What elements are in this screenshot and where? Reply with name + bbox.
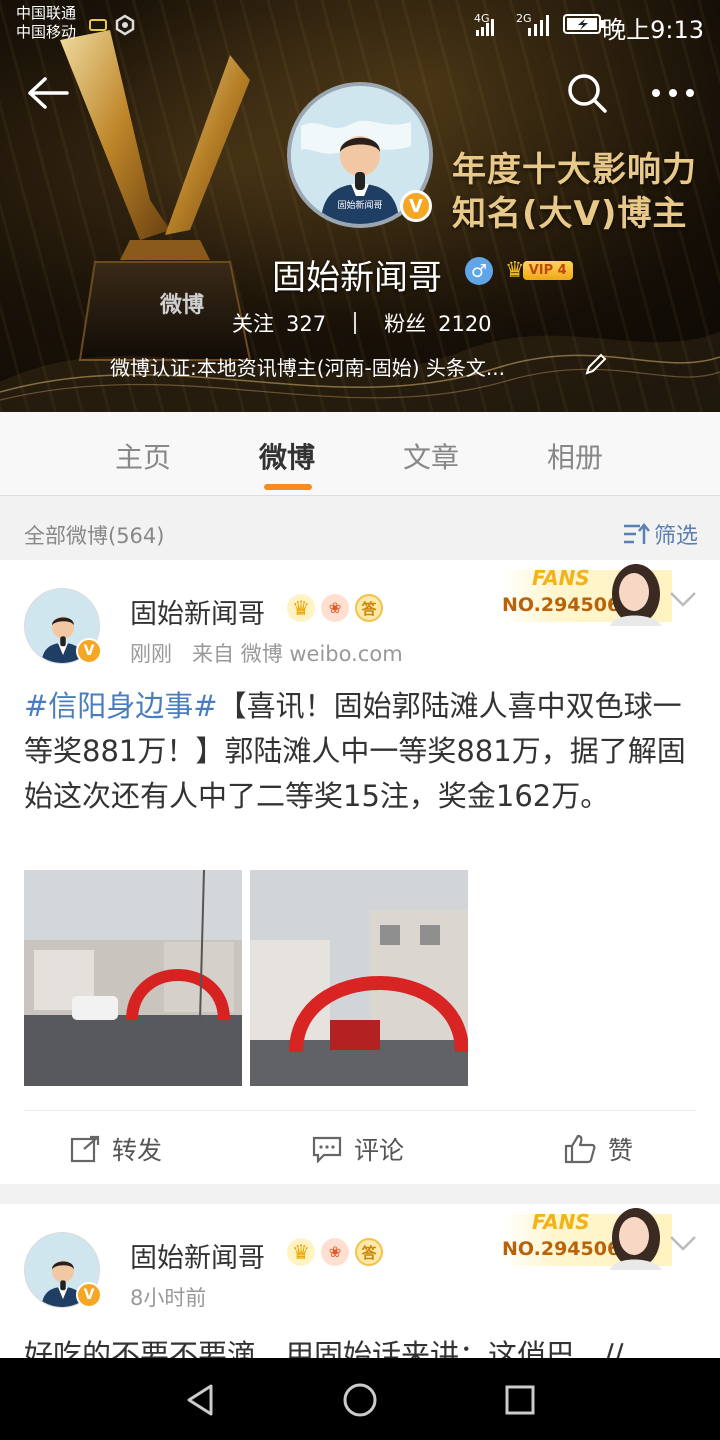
square-recents-icon: [505, 1385, 535, 1415]
street-arch-photo: [250, 870, 468, 1086]
street-arch-photo: [24, 870, 242, 1086]
hd-call-icon: [89, 19, 107, 31]
chevron-down-icon[interactable]: [668, 1234, 698, 1252]
back-button[interactable]: [22, 68, 72, 118]
repost-icon: [70, 1135, 100, 1163]
post-time: 8小时前: [130, 1286, 207, 1310]
crown-badge-icon[interactable]: ♛: [287, 1238, 315, 1266]
thumbs-up-icon: [564, 1134, 596, 1164]
triangle-back-icon: [187, 1384, 213, 1416]
crown-icon: ♛: [505, 257, 525, 283]
tab-album[interactable]: 相册: [547, 436, 603, 476]
verification-info[interactable]: 微博认证:本地资讯博主(河南-固始) 头条文...: [110, 352, 505, 381]
battery-icon: [563, 14, 604, 34]
following-label: 关注: [232, 312, 274, 336]
activity-badge-icon[interactable]: ❀: [321, 1238, 349, 1266]
verified-v-badge: V: [76, 638, 102, 664]
profile-tabs: 主页 微博 文章 相册: [0, 412, 720, 496]
verified-v-badge: V: [400, 190, 432, 222]
male-icon: ♂: [465, 257, 493, 285]
more-dots-icon: [652, 89, 694, 97]
follow-stats: 关注 327 粉丝 2120: [232, 308, 492, 338]
nav-home-button[interactable]: [340, 1380, 380, 1420]
verified-v-badge: V: [76, 1282, 102, 1308]
post-meta: 8小时前: [130, 1282, 206, 1312]
weibo-post: V 固始新闻哥 ♛ ❀ 答 刚刚 来自 微博 weibo.com FANS NO…: [0, 560, 720, 1184]
banner-line-2: 知名(大V)博主: [452, 194, 688, 234]
post-author-name[interactable]: 固始新闻哥: [130, 592, 265, 631]
comment-label: 评论: [354, 1136, 405, 1165]
profile-banner: 微博 年度十大影响力 知名(大V)博主 中国联通 中国移动 4G 2G 晚上9:…: [0, 0, 720, 412]
filter-button[interactable]: 筛选: [622, 518, 698, 550]
post-image[interactable]: [250, 870, 468, 1086]
fans-badge[interactable]: FANS NO.294506: [482, 1204, 672, 1270]
fans-label: 粉丝: [384, 312, 427, 336]
answer-badge-icon[interactable]: 答: [355, 594, 383, 622]
more-button[interactable]: [648, 68, 698, 118]
post-actions: 转发 评论 赞: [24, 1110, 696, 1184]
weibo-post: V 固始新闻哥 ♛ ❀ 答 8小时前 FANS NO.294506 好吃的不要不…: [0, 1204, 720, 1372]
following-count: 327: [286, 312, 327, 336]
status-bar: 中国联通 中国移动 4G 2G 晚上9:13: [0, 0, 720, 50]
post-meta: 刚刚 来自 微博 weibo.com: [130, 638, 403, 668]
edit-pencil-icon[interactable]: [584, 352, 608, 376]
fans-count: 2120: [438, 312, 492, 336]
celebrity-portrait-icon: [610, 1208, 662, 1270]
tab-home[interactable]: 主页: [115, 436, 171, 476]
filter-bar: 全部微博(564) 筛选: [0, 508, 720, 558]
fans-badge[interactable]: FANS NO.294506: [482, 560, 672, 626]
like-label: 赞: [608, 1136, 634, 1165]
tab-articles[interactable]: 文章: [403, 436, 459, 476]
system-nav-bar: [0, 1358, 720, 1440]
clock: 晚上9:13: [602, 16, 704, 44]
chevron-down-icon[interactable]: [668, 590, 698, 608]
carrier-2: 中国移动: [16, 23, 77, 41]
answer-badge-icon[interactable]: 答: [355, 1238, 383, 1266]
carrier-1: 中国联通: [16, 4, 77, 22]
repost-label: 转发: [112, 1136, 163, 1165]
back-arrow-icon: [28, 77, 69, 109]
signal-icon-1: [476, 19, 494, 36]
fans-badge-label: FANS: [532, 566, 590, 590]
svg-text:固始新闻哥: 固始新闻哥: [337, 199, 382, 211]
repost-button[interactable]: 转发: [70, 1131, 162, 1167]
post-source: 来自 微博 weibo.com: [192, 642, 403, 666]
vip-badge[interactable]: ♛ VIP 4: [505, 256, 573, 284]
author-badges: ♛ ❀ 答: [287, 594, 383, 622]
following-stat[interactable]: 关注 327: [232, 308, 326, 338]
active-tab-indicator: [264, 484, 312, 490]
vip-level: VIP 4: [522, 260, 573, 280]
comment-icon: [312, 1136, 342, 1163]
comment-button[interactable]: 评论: [312, 1131, 404, 1167]
like-button[interactable]: 赞: [564, 1131, 633, 1167]
stat-divider: [354, 312, 357, 334]
banner-line-1: 年度十大影响力: [452, 150, 697, 190]
post-image[interactable]: [24, 870, 242, 1086]
activity-badge-icon[interactable]: ❀: [321, 594, 349, 622]
filter-label: 筛选: [653, 524, 698, 549]
settings-status-icon: [115, 14, 135, 36]
tab-weibo[interactable]: 微博: [259, 436, 315, 476]
fans-badge-label: FANS: [532, 1210, 590, 1234]
nav-back-button[interactable]: [180, 1380, 220, 1420]
post-text: #信阳身边事#【喜讯！固始郭陆滩人喜中双色球一等奖881万！】郭陆滩人中一等奖8…: [24, 684, 696, 819]
signal-icon-2: [528, 15, 549, 36]
fans-stat[interactable]: 粉丝 2120: [384, 308, 491, 338]
circle-home-icon: [343, 1383, 377, 1417]
post-time: 刚刚: [130, 642, 172, 666]
filter-icon: [623, 523, 650, 544]
post-author-name[interactable]: 固始新闻哥: [130, 1236, 265, 1275]
search-icon: [568, 74, 607, 113]
search-button[interactable]: [562, 68, 612, 118]
banner-slogan: 年度十大影响力 知名(大V)博主: [452, 148, 697, 236]
celebrity-portrait-icon: [610, 564, 662, 626]
profile-name: 固始新闻哥: [272, 258, 442, 298]
nav-recents-button[interactable]: [500, 1380, 540, 1420]
hashtag-link[interactable]: #信阳身边事#: [24, 689, 218, 723]
author-badges: ♛ ❀ 答: [287, 1238, 383, 1266]
crown-badge-icon[interactable]: ♛: [287, 594, 315, 622]
post-count: 全部微博(564): [24, 524, 165, 548]
